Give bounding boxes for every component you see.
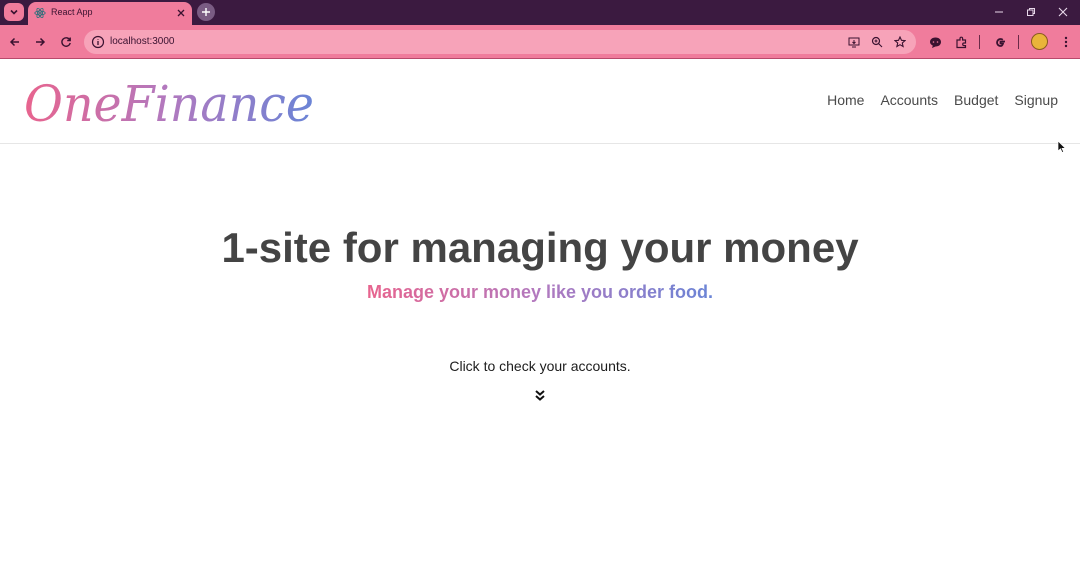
puzzle-icon: [955, 36, 966, 48]
chat-extension-button[interactable]: [926, 33, 944, 51]
star-icon: [894, 36, 906, 48]
arrow-right-icon: [36, 37, 46, 47]
zoom-button[interactable]: [869, 34, 885, 50]
chat-icon: [929, 37, 941, 48]
mouse-cursor-icon: [1057, 140, 1067, 153]
double-chevron-down-icon[interactable]: [533, 389, 547, 403]
nav-link-signup[interactable]: Signup: [1014, 92, 1058, 108]
bookmark-button[interactable]: [892, 34, 908, 50]
nav-links: Home Accounts Budget Signup: [827, 92, 1058, 108]
plus-icon: [202, 8, 210, 16]
toolbar-divider: [1018, 35, 1019, 49]
browser-menu-button[interactable]: [1057, 33, 1075, 51]
site-navbar: OneFinance Home Accounts Budget Signup: [0, 59, 1080, 144]
google-extension-button[interactable]: [991, 33, 1009, 51]
arrow-left-icon: [9, 37, 19, 47]
nav-link-home[interactable]: Home: [827, 92, 864, 108]
hero-section: 1-site for managing your money Manage yo…: [0, 222, 1080, 304]
accounts-cta-text[interactable]: Click to check your accounts.: [0, 358, 1080, 374]
browser-toolbar: localhost:3000: [0, 25, 1080, 59]
close-icon: [1058, 7, 1068, 17]
profile-avatar[interactable]: [1031, 33, 1048, 50]
nav-link-accounts[interactable]: Accounts: [880, 92, 938, 108]
install-app-button[interactable]: [846, 34, 862, 50]
nav-link-budget[interactable]: Budget: [954, 92, 998, 108]
info-icon[interactable]: [91, 35, 105, 49]
toolbar-divider: [979, 35, 980, 49]
tab-search-button[interactable]: [4, 3, 24, 21]
url-text[interactable]: localhost:3000: [110, 36, 175, 47]
minimize-icon: [995, 11, 1003, 13]
hero-title: 1-site for managing your money: [221, 224, 859, 271]
restore-button[interactable]: [1023, 4, 1039, 20]
back-button[interactable]: [6, 33, 24, 51]
install-app-icon: [848, 37, 860, 48]
google-icon: [995, 37, 1005, 47]
kebab-menu-icon: [1064, 36, 1068, 48]
tab-title: React App: [51, 7, 93, 17]
chevron-down-icon: [10, 9, 18, 15]
address-bar[interactable]: localhost:3000: [84, 30, 916, 54]
browser-tab[interactable]: React App: [28, 2, 192, 25]
reload-icon: [61, 37, 71, 47]
close-icon: [177, 9, 185, 17]
browser-titlebar: React App: [0, 0, 1080, 25]
reload-button[interactable]: [57, 33, 75, 51]
window-close-button[interactable]: [1055, 4, 1071, 20]
tab-close-button[interactable]: [174, 6, 188, 20]
svg-text:OneFinance: OneFinance: [24, 75, 314, 133]
hero-subtitle: Manage your money like you order food.: [366, 282, 714, 302]
onefinance-logo[interactable]: OneFinance: [22, 69, 322, 133]
forward-button[interactable]: [31, 33, 49, 51]
minimize-button[interactable]: [991, 4, 1007, 20]
zoom-icon: [871, 36, 883, 48]
restore-icon: [1027, 8, 1035, 16]
new-tab-button[interactable]: [197, 3, 215, 21]
react-icon: [34, 7, 46, 19]
extensions-button[interactable]: [952, 33, 970, 51]
